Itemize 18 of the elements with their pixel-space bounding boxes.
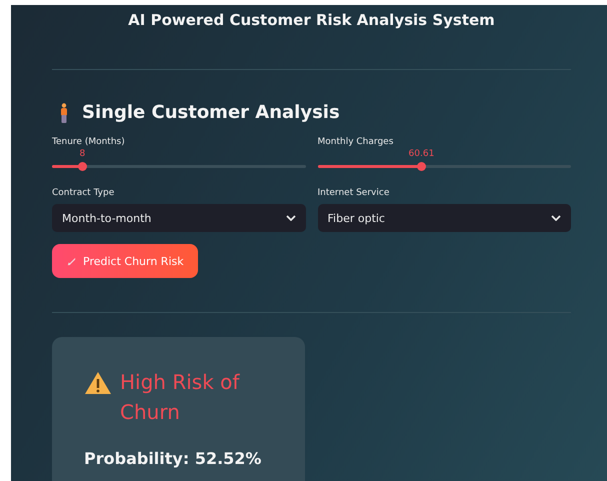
slider-thumb[interactable] [416,162,426,171]
chevron-down-icon [551,215,561,221]
risk-headline: High Risk of Churn [120,369,241,426]
slider-thumb[interactable] [78,162,87,171]
slider-value: 8 [80,149,86,159]
chevron-down-icon [286,215,296,221]
select-label: Contract Type [52,188,116,198]
person-icon [60,102,68,122]
dropdown[interactable]: Fiber optic [318,204,571,232]
slider-label: Tenure (Months) [52,137,126,147]
dropdown[interactable]: Month-to-month [52,204,306,232]
slider-track[interactable] [318,165,571,168]
select-label: Internet Service [318,188,390,198]
section-heading: Single Customer Analysis [82,102,340,123]
slider-value: 60.61 [408,149,434,159]
app-title: AI Powered Customer Risk Analysis System [127,10,496,31]
probability-text: Probability: 52.52% [84,449,262,468]
slider-label: Monthly Charges [318,137,394,147]
